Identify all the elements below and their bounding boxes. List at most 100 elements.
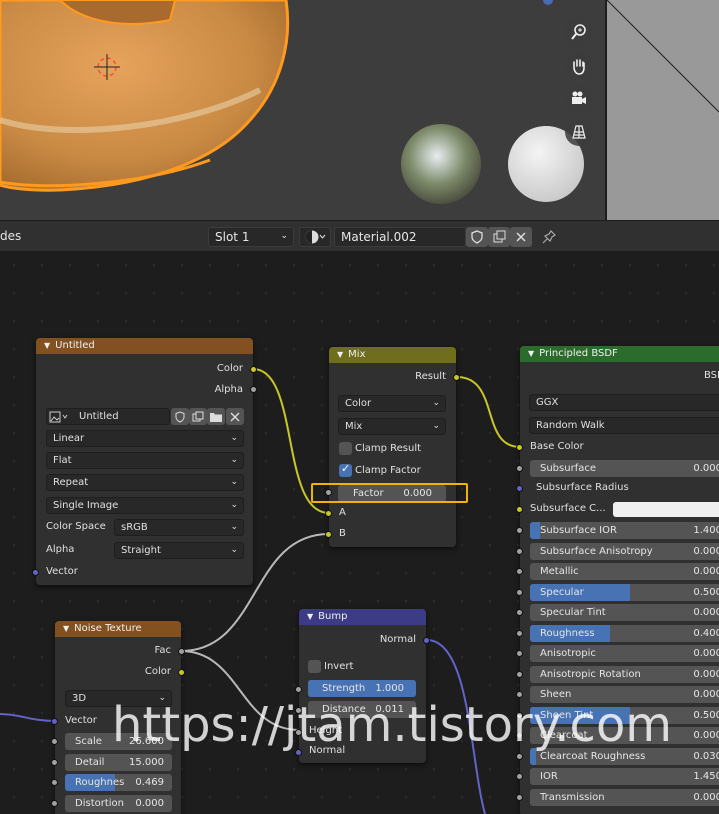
- input-socket[interactable]: [51, 799, 58, 807]
- value-field[interactable]: Subsurface IOR 1.400: [530, 522, 719, 539]
- chevron-down-icon: ⌄: [280, 231, 288, 241]
- image-datablock-field[interactable]: Untitled: [46, 408, 170, 425]
- chevron-down-icon: ⌄: [230, 455, 238, 465]
- collapse-chevron-icon[interactable]: ▼: [63, 621, 69, 637]
- pan-hand-icon[interactable]: [565, 52, 593, 80]
- collapse-chevron-icon[interactable]: ▼: [44, 338, 50, 354]
- input-a-socket[interactable]: [325, 510, 332, 517]
- input-subsurface-color-socket[interactable]: [516, 506, 523, 513]
- value-field[interactable]: Transmission 0.000: [530, 788, 719, 806]
- input-vector-socket[interactable]: [32, 569, 39, 576]
- interpolation-value: Linear: [53, 433, 85, 444]
- value-field[interactable]: Roughness 0.400: [530, 624, 719, 642]
- output-fac-socket[interactable]: [178, 648, 185, 655]
- subsurface-color-swatch[interactable]: [613, 502, 719, 517]
- input-socket[interactable]: [51, 779, 58, 786]
- input-strength-socket[interactable]: [295, 686, 302, 693]
- fake-user-shield-icon[interactable]: [171, 408, 189, 425]
- output-normal-socket[interactable]: [423, 637, 430, 644]
- output-normal-label: Normal: [379, 634, 416, 645]
- distribution-select[interactable]: GGX: [529, 394, 719, 411]
- strength-value: 1.000: [375, 683, 404, 694]
- collapse-chevron-icon[interactable]: ▼: [337, 347, 343, 363]
- output-alpha-socket[interactable]: [250, 386, 257, 393]
- slot-select[interactable]: Slot 1 ⌄: [208, 227, 294, 247]
- open-folder-icon[interactable]: [207, 408, 225, 425]
- duplicate-icon[interactable]: [189, 408, 207, 425]
- camera-icon[interactable]: [565, 85, 593, 113]
- output-alpha-label: Alpha: [214, 384, 243, 395]
- noise-texture-node-header[interactable]: ▼ Noise Texture: [55, 621, 181, 637]
- input-socket[interactable]: [516, 588, 523, 596]
- input-socket[interactable]: [516, 670, 523, 678]
- value-field[interactable]: Specular 0.500: [530, 583, 719, 601]
- data-type-select[interactable]: Color ⌄: [338, 395, 446, 412]
- input-socket[interactable]: [516, 752, 523, 760]
- input-base-color-socket[interactable]: [516, 444, 523, 451]
- 3d-viewport[interactable]: [0, 0, 605, 220]
- source-value: Single Image: [53, 500, 119, 511]
- value-field[interactable]: Detail 15.000: [65, 753, 172, 771]
- bump-node-header[interactable]: ▼ Bump: [299, 609, 426, 625]
- collapse-chevron-icon[interactable]: ▼: [307, 609, 313, 625]
- field-value: 0.000: [693, 648, 719, 659]
- color-space-select[interactable]: sRGB ⌄: [114, 519, 244, 536]
- grid-ortho-icon[interactable]: [565, 118, 593, 146]
- image-texture-node-header[interactable]: ▼ Untitled: [36, 338, 253, 354]
- projection-select[interactable]: Flat ⌄: [46, 452, 244, 469]
- output-color-socket[interactable]: [250, 366, 257, 373]
- input-socket[interactable]: [516, 547, 523, 555]
- value-field[interactable]: Subsurface Anisotropy 0.000: [530, 542, 719, 560]
- fake-user-shield-icon[interactable]: [466, 227, 488, 247]
- interpolation-select[interactable]: Linear ⌄: [46, 430, 244, 447]
- duplicate-icon[interactable]: [488, 227, 510, 247]
- input-socket[interactable]: [516, 629, 523, 637]
- value-field[interactable]: Distortion 0.000: [65, 794, 172, 812]
- clamp-result-checkbox[interactable]: [339, 442, 352, 455]
- unlink-close-icon[interactable]: [510, 227, 532, 247]
- collapse-chevron-icon[interactable]: ▼: [528, 346, 534, 362]
- output-color-socket[interactable]: [178, 669, 185, 676]
- principled-bsdf-node-header[interactable]: ▼ Principled BSDF: [520, 346, 719, 362]
- input-socket[interactable]: [516, 793, 523, 801]
- input-subsurface-radius-socket[interactable]: [516, 485, 523, 492]
- subsurface-method-select[interactable]: Random Walk: [529, 417, 719, 434]
- value-field[interactable]: Specular Tint 0.000: [530, 604, 719, 621]
- output-result-socket[interactable]: [453, 374, 460, 381]
- clamp-factor-checkbox[interactable]: [339, 462, 352, 477]
- input-socket[interactable]: [516, 527, 523, 534]
- value-field[interactable]: IOR 1.450: [530, 768, 719, 785]
- pin-icon[interactable]: [538, 227, 560, 247]
- value-field[interactable]: Anisotropic Rotation 0.000: [530, 665, 719, 683]
- input-socket[interactable]: [51, 738, 58, 745]
- value-field[interactable]: Subsurface 0.000: [530, 460, 719, 477]
- input-socket[interactable]: [516, 568, 523, 575]
- input-vector-socket[interactable]: [51, 718, 58, 725]
- value-field[interactable]: Metallic 0.000: [530, 563, 719, 580]
- mix-node[interactable]: ▼ Mix Result Color ⌄ Mix ⌄ Clamp Result Cla…: [325, 347, 460, 547]
- node-title: Bump: [318, 611, 348, 622]
- input-socket[interactable]: [51, 758, 58, 766]
- field-value: 0.000: [693, 545, 719, 557]
- input-socket[interactable]: [516, 650, 523, 657]
- material-browse-button[interactable]: [299, 227, 331, 247]
- input-socket[interactable]: [516, 465, 523, 472]
- input-socket[interactable]: [516, 609, 523, 616]
- strength-field[interactable]: Strength 1.000: [308, 680, 416, 697]
- input-socket[interactable]: [516, 773, 523, 780]
- zoom-icon[interactable]: [565, 18, 593, 46]
- mix-node-header[interactable]: ▼ Mix: [329, 347, 456, 363]
- value-field[interactable]: Anisotropic 0.000: [530, 645, 719, 662]
- material-name-field[interactable]: Material.002: [334, 227, 466, 247]
- input-b-socket[interactable]: [325, 531, 332, 538]
- extension-select[interactable]: Repeat ⌄: [46, 474, 244, 491]
- image-texture-node[interactable]: ▼ Untitled Color Alpha Untitled Linear ⌄ F…: [32, 338, 257, 585]
- unlink-close-icon[interactable]: [226, 408, 244, 425]
- source-select[interactable]: Single Image ⌄: [46, 497, 244, 514]
- alpha-mode-select[interactable]: Straight ⌄: [114, 542, 244, 559]
- blend-mode-select[interactable]: Mix ⌄: [338, 418, 446, 435]
- secondary-viewport[interactable]: [607, 0, 719, 220]
- header-left-label: des: [0, 229, 22, 243]
- invert-checkbox[interactable]: [308, 660, 321, 673]
- value-field[interactable]: Roughnes 0.469: [65, 774, 172, 791]
